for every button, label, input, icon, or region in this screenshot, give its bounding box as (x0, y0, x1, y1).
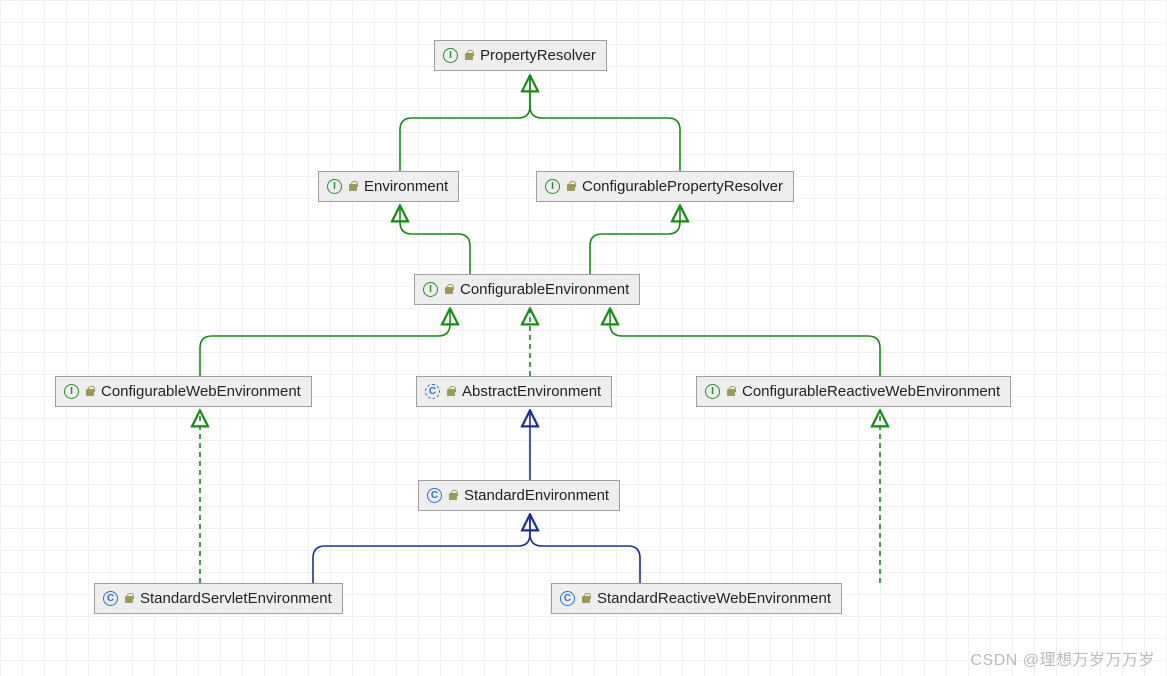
lock-icon (446, 386, 456, 397)
class-icon: C (427, 488, 442, 503)
lock-icon (348, 181, 358, 192)
diagram-canvas: I PropertyResolver I Environment I Confi… (0, 0, 1167, 676)
interface-icon: I (423, 282, 438, 297)
node-label: Environment (364, 178, 448, 195)
node-configurable-property-resolver[interactable]: I ConfigurablePropertyResolver (536, 171, 794, 202)
interface-icon: I (443, 48, 458, 63)
node-configurable-reactive-web-environment[interactable]: I ConfigurableReactiveWebEnvironment (696, 376, 1011, 407)
class-icon: C (103, 591, 118, 606)
node-configurable-environment[interactable]: I ConfigurableEnvironment (414, 274, 640, 305)
node-property-resolver[interactable]: I PropertyResolver (434, 40, 607, 71)
lock-icon (444, 284, 454, 295)
lock-icon (581, 593, 591, 604)
class-icon: C (560, 591, 575, 606)
lock-icon (566, 181, 576, 192)
node-standard-environment[interactable]: C StandardEnvironment (418, 480, 620, 511)
lock-icon (448, 490, 458, 501)
node-environment[interactable]: I Environment (318, 171, 459, 202)
node-label: StandardEnvironment (464, 487, 609, 504)
node-label: StandardReactiveWebEnvironment (597, 590, 831, 607)
edges-layer (0, 0, 1167, 676)
node-configurable-web-environment[interactable]: I ConfigurableWebEnvironment (55, 376, 312, 407)
node-label: ConfigurableWebEnvironment (101, 383, 301, 400)
node-label: ConfigurableReactiveWebEnvironment (742, 383, 1000, 400)
lock-icon (124, 593, 134, 604)
node-label: AbstractEnvironment (462, 383, 601, 400)
node-label: ConfigurablePropertyResolver (582, 178, 783, 195)
interface-icon: I (64, 384, 79, 399)
interface-icon: I (327, 179, 342, 194)
node-label: StandardServletEnvironment (140, 590, 332, 607)
lock-icon (726, 386, 736, 397)
interface-icon: I (705, 384, 720, 399)
node-label: PropertyResolver (480, 47, 596, 64)
watermark: CSDN @理想万岁万万岁 (970, 646, 1155, 670)
node-standard-servlet-environment[interactable]: C StandardServletEnvironment (94, 583, 343, 614)
node-label: ConfigurableEnvironment (460, 281, 629, 298)
lock-icon (464, 50, 474, 61)
interface-icon: I (545, 179, 560, 194)
class-abstract-icon: C (425, 384, 440, 399)
lock-icon (85, 386, 95, 397)
node-abstract-environment[interactable]: C AbstractEnvironment (416, 376, 612, 407)
node-standard-reactive-web-environment[interactable]: C StandardReactiveWebEnvironment (551, 583, 842, 614)
